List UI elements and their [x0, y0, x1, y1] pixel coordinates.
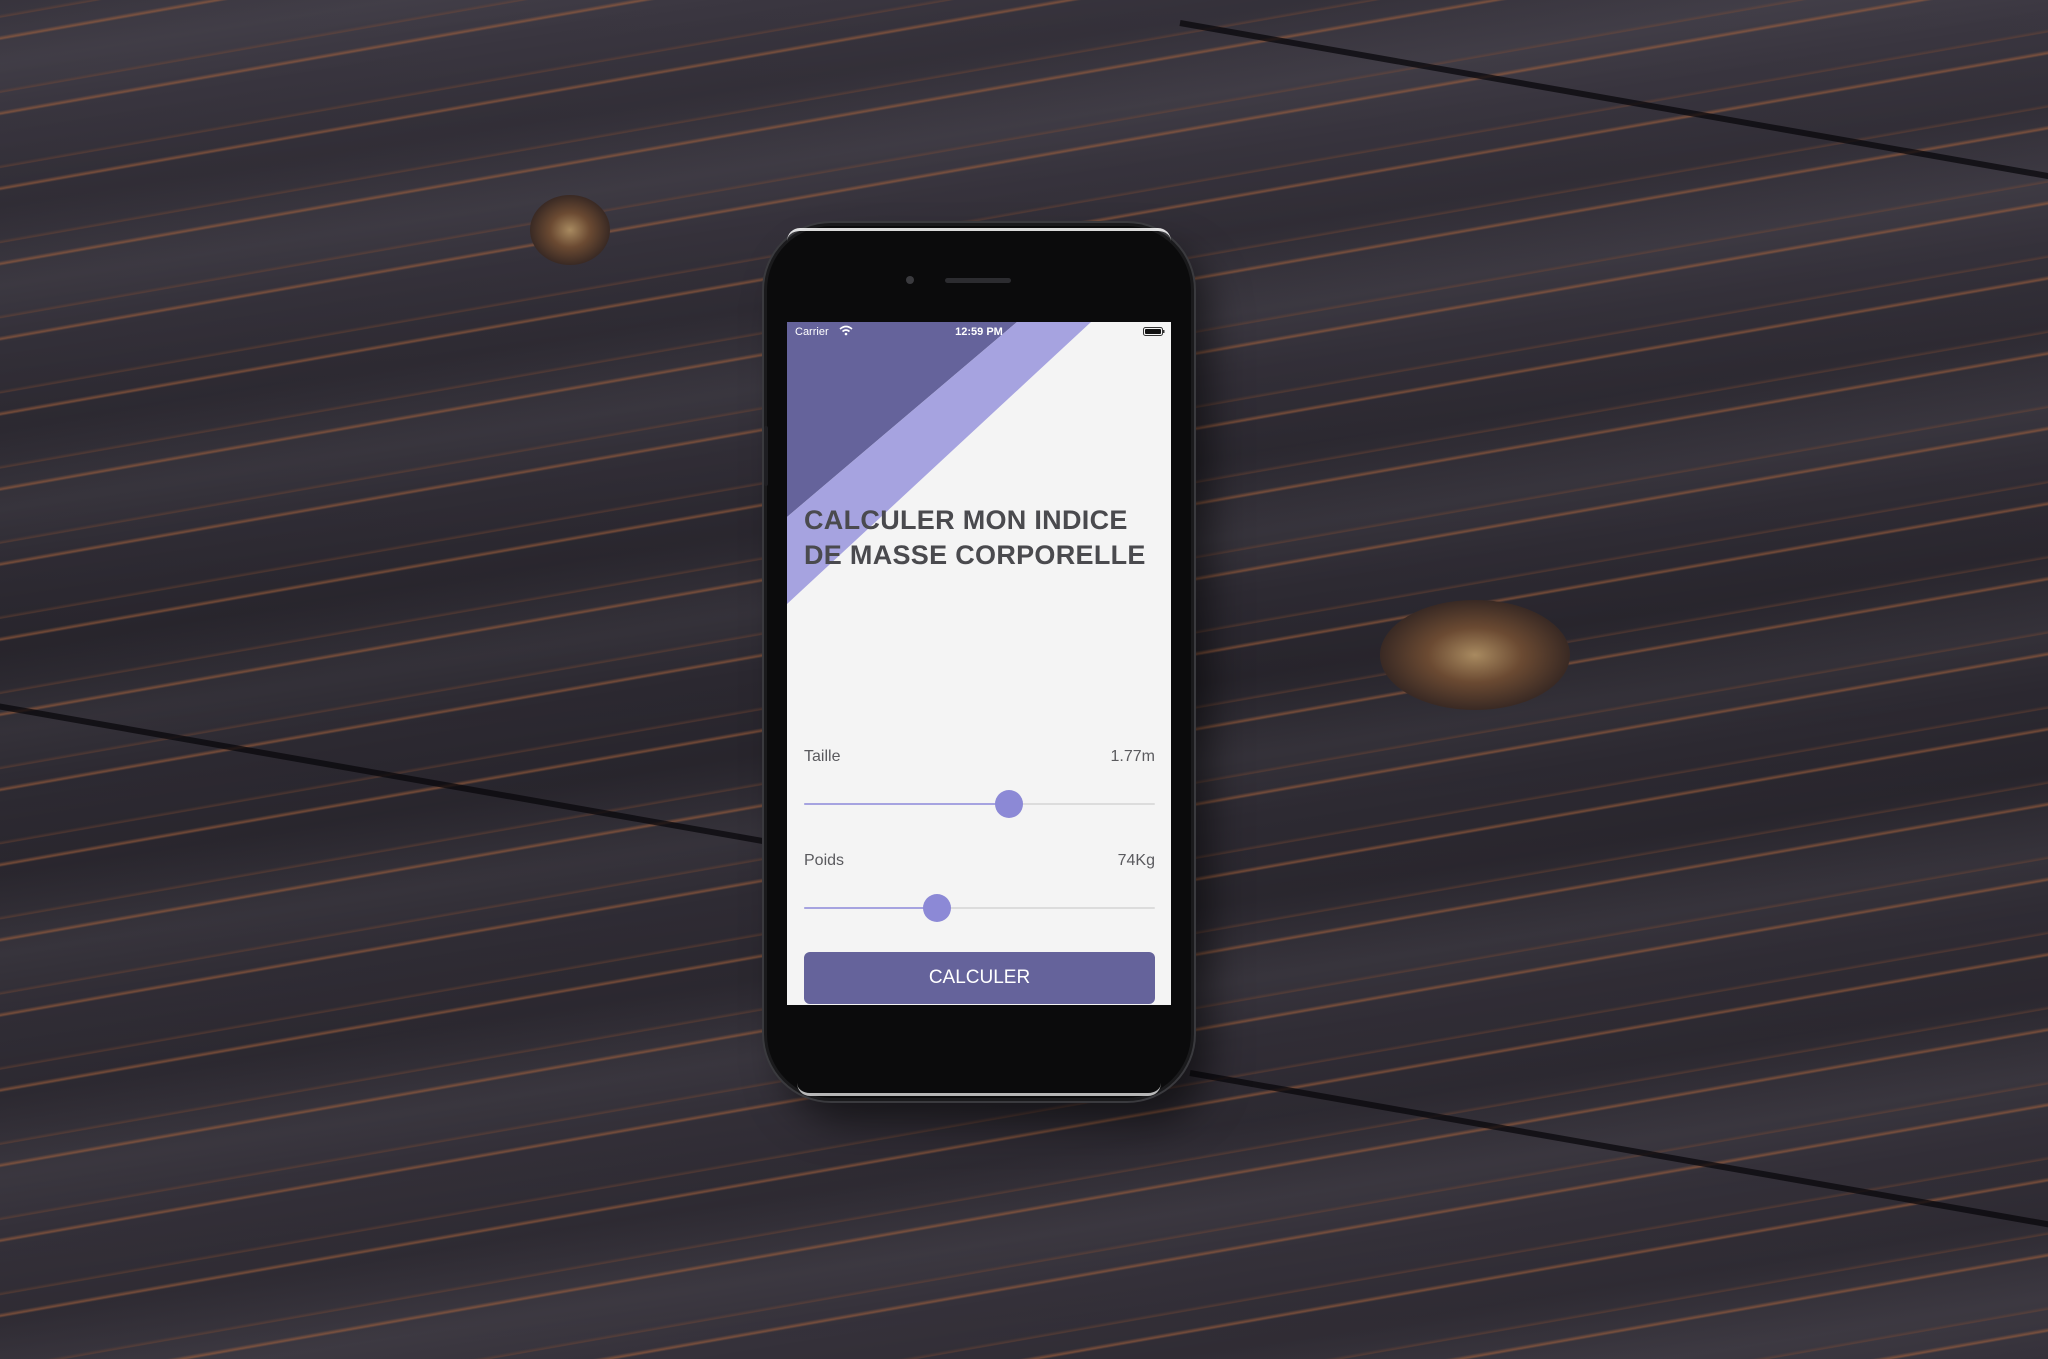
height-slider[interactable] [804, 790, 1155, 818]
slider-fill [804, 907, 938, 909]
weight-label: Poids [804, 852, 845, 869]
calculate-button[interactable]: CALCULER [804, 952, 1155, 1004]
weight-value: 74Kg [1117, 852, 1155, 869]
status-time: 12:59 PM [955, 326, 1003, 338]
height-value: 1.77m [1110, 748, 1155, 765]
wood-knot [530, 195, 610, 265]
phone-side-button [764, 426, 768, 486]
app-screen: Carrier 12:59 PM CALCULER MON INDICE DE … [787, 322, 1171, 1005]
slider-thumb[interactable] [923, 894, 952, 922]
plank-seam [1179, 20, 2048, 183]
plank-seam [1189, 1070, 2048, 1233]
wood-table-background: Carrier 12:59 PM CALCULER MON INDICE DE … [0, 0, 2048, 1359]
slider-thumb[interactable] [995, 790, 1024, 818]
earpiece-speaker [945, 278, 1011, 283]
weight-slider[interactable] [804, 894, 1155, 922]
wood-knot [1380, 600, 1570, 710]
phone-device: Carrier 12:59 PM CALCULER MON INDICE DE … [764, 226, 1191, 1098]
height-label: Taille [804, 748, 841, 765]
slider-fill [804, 803, 1010, 805]
phone-edge-highlight [787, 228, 1171, 241]
battery-icon [1143, 327, 1165, 336]
page-title: CALCULER MON INDICE DE MASSE CORPORELLE [804, 505, 1146, 570]
status-bar: Carrier 12:59 PM [787, 322, 1171, 342]
front-camera [906, 276, 914, 284]
phone-edge-highlight [797, 1083, 1161, 1096]
